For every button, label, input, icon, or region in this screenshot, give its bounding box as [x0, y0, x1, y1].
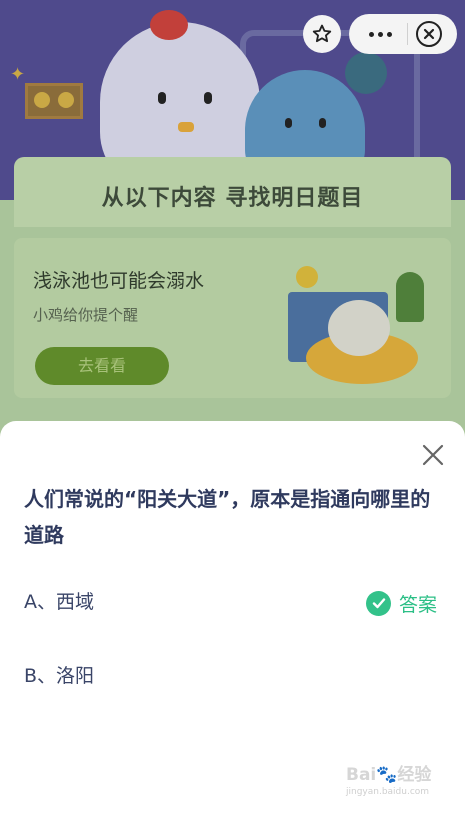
watermark-logo: Bai🐾经验 jingyan.baidu.com — [346, 765, 432, 797]
close-icon — [422, 444, 444, 466]
more-button[interactable] — [362, 26, 398, 42]
close-circle-icon — [423, 28, 435, 40]
answer-label: 答案 — [399, 593, 438, 616]
planet-illustration — [345, 52, 387, 94]
hint-card-subtitle: 小鸡给你提个醒 — [33, 306, 139, 324]
hint-card-title: 浅泳池也可能会溺水 — [33, 270, 205, 292]
medal-frame-illustration — [25, 83, 83, 119]
question-text: 人们常说的“阳关大道”，原本是指通向哪里的道路 — [24, 487, 431, 547]
capsule-divider — [407, 23, 408, 45]
hunt-title: 从以下内容 寻找明日题目 — [101, 186, 364, 211]
more-icon — [368, 31, 374, 37]
exit-button[interactable] — [416, 21, 442, 47]
check-icon — [366, 590, 391, 616]
sparkle-icon: ✦ — [10, 64, 26, 85]
answer-badge: 答案 — [366, 589, 437, 617]
sheet-close-button[interactable] — [418, 440, 448, 470]
favorite-button[interactable] — [303, 15, 341, 53]
go-see-button[interactable]: 去看看 — [35, 347, 169, 385]
star-icon — [312, 24, 332, 43]
option-b[interactable]: B、洛阳 — [24, 659, 444, 693]
pool-chicken-illustration — [288, 262, 428, 387]
